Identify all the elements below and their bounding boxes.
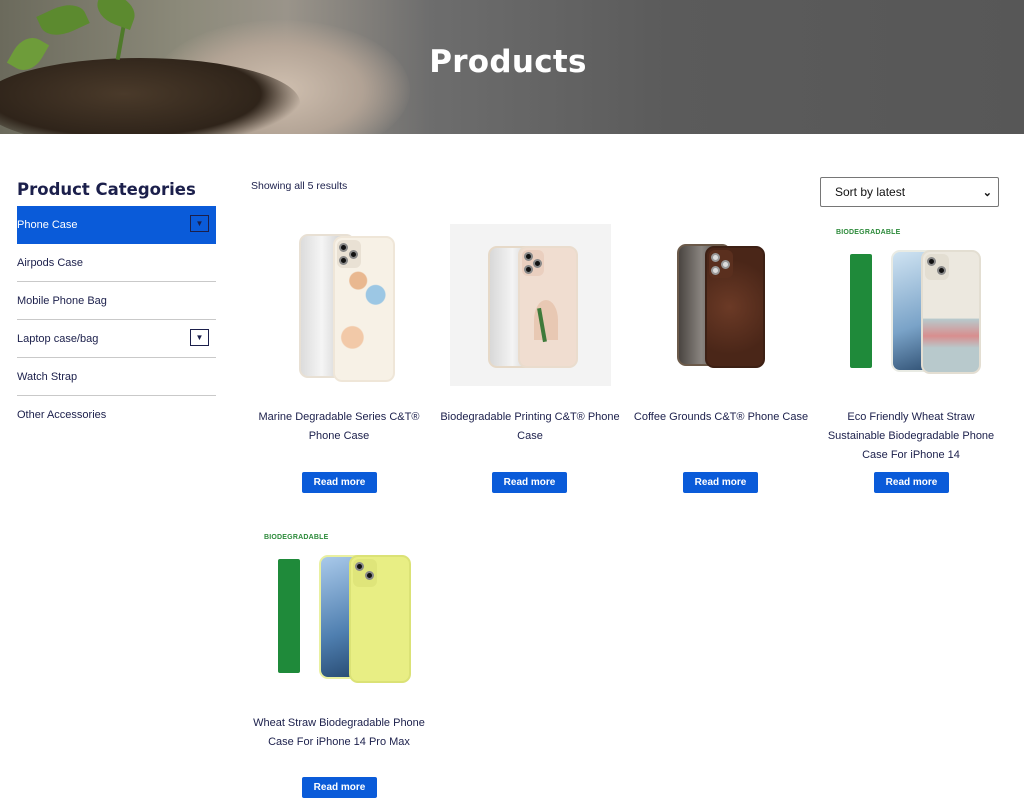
product-image[interactable]: BIODEGRADABLE (259, 529, 420, 691)
category-label: Airpods Case (17, 256, 84, 269)
chevron-down-icon[interactable]: ▼ (190, 329, 209, 346)
product-card[interactable]: BIODEGRADABLE Wheat Straw Biodegradable … (249, 529, 429, 808)
chevron-down-icon[interactable]: ▼ (190, 215, 209, 232)
read-more-button[interactable]: Read more (302, 472, 377, 493)
product-image[interactable] (641, 224, 802, 386)
category-label: Mobile Phone Bag (17, 294, 107, 307)
product-title[interactable]: Wheat Straw Biodegradable Phone Case For… (249, 714, 429, 752)
product-image[interactable] (259, 224, 420, 386)
page-title: Products (429, 44, 587, 80)
category-other-accessories[interactable]: Other Accessories (17, 396, 216, 433)
leaf-icon (92, 0, 140, 30)
product-card[interactable]: BIODEGRADABLE Eco Friendly Wheat Straw S… (821, 224, 1001, 494)
badge-biodegradable: BIODEGRADABLE (264, 534, 329, 541)
chevron-down-icon: ⌄ (982, 187, 992, 199)
category-label: Phone Case (17, 218, 78, 231)
product-card[interactable]: Coffee Grounds C&T® Phone Case Read more (631, 224, 811, 494)
hero-banner: Products (0, 0, 1024, 134)
category-laptop-case-bag[interactable]: Laptop case/bag ▼ (17, 320, 216, 358)
sort-select[interactable]: Sort by latest ⌄ (820, 177, 999, 207)
product-title[interactable]: Biodegradable Printing C&T® Phone Case (440, 408, 620, 446)
sort-selected-value: Sort by latest (835, 185, 906, 199)
product-card[interactable]: Biodegradable Printing C&T® Phone Case R… (440, 224, 620, 494)
category-label: Laptop case/bag (17, 332, 99, 345)
sidebar-title: Product Categories (17, 180, 196, 199)
read-more-button[interactable]: Read more (492, 472, 567, 493)
read-more-button[interactable]: Read more (302, 777, 377, 798)
product-title[interactable]: Marine Degradable Series C&T® Phone Case (249, 408, 429, 446)
badge-biodegradable: BIODEGRADABLE (836, 229, 901, 236)
product-categories-sidebar: Product Categories Phone Case ▼ Airpods … (17, 180, 216, 433)
read-more-button[interactable]: Read more (683, 472, 758, 493)
product-image[interactable]: BIODEGRADABLE (831, 224, 992, 386)
certification-icons (850, 254, 872, 368)
category-airpods-case[interactable]: Airpods Case (17, 244, 216, 282)
leaf-icon (36, 0, 90, 43)
category-label: Other Accessories (17, 408, 107, 421)
category-watch-strap[interactable]: Watch Strap (17, 358, 216, 396)
category-phone-case[interactable]: Phone Case ▼ (17, 206, 216, 244)
certification-icons (278, 559, 300, 673)
category-mobile-phone-bag[interactable]: Mobile Phone Bag (17, 282, 216, 320)
product-card[interactable]: Marine Degradable Series C&T® Phone Case… (249, 224, 429, 494)
product-title[interactable]: Eco Friendly Wheat Straw Sustainable Bio… (821, 408, 1001, 465)
product-title[interactable]: Coffee Grounds C&T® Phone Case (631, 408, 811, 427)
read-more-button[interactable]: Read more (874, 472, 949, 493)
result-count: Showing all 5 results (251, 180, 348, 192)
product-image[interactable] (450, 224, 611, 386)
category-label: Watch Strap (17, 370, 78, 383)
